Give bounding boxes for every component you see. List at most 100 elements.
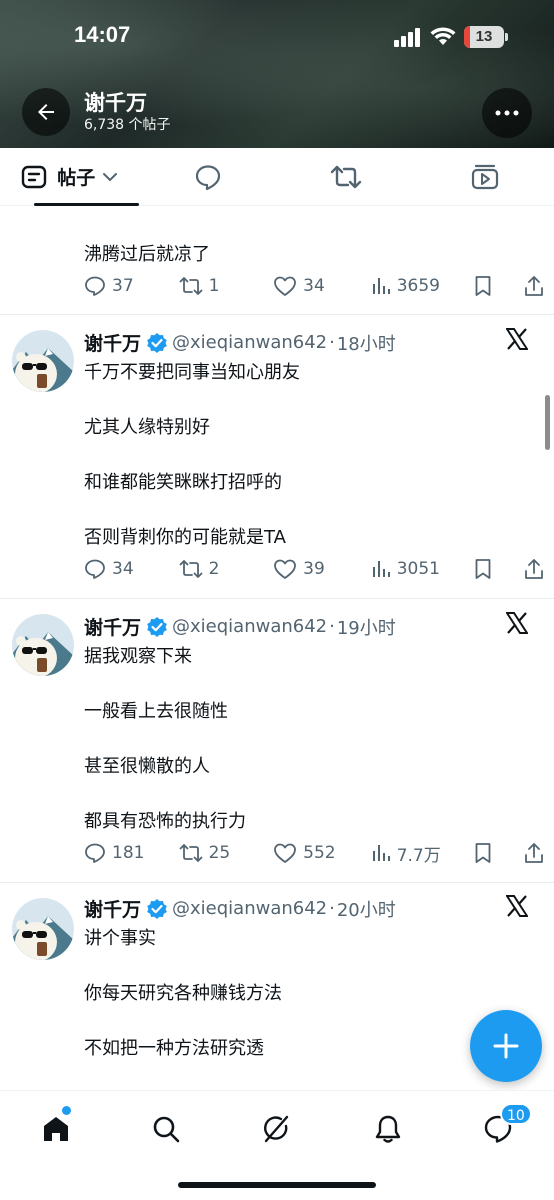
author-name[interactable]: 谢千万 <box>84 329 141 356</box>
status-icons: 13 <box>394 26 508 48</box>
post-card[interactable]: 谢千万 @xieqianwan642 · 19小时 据我观察下来 一般看上去很随… <box>0 599 554 883</box>
verified-badge-icon <box>147 616 167 637</box>
bookmark-button[interactable] <box>474 842 524 864</box>
nav-search[interactable] <box>146 1109 186 1149</box>
bookmark-button[interactable] <box>474 275 524 297</box>
polar-bear-avatar-icon <box>12 330 74 392</box>
reply-count: 181 <box>112 843 145 863</box>
repost-icon <box>179 277 202 295</box>
dot-separator: · <box>329 332 335 353</box>
author-name[interactable]: 谢千万 <box>84 613 141 640</box>
post-time: 18小时 <box>336 333 396 355</box>
post-card[interactable]: 谢千万 @xieqianwan642 · 18小时 千万不要把同事当知心朋友 尤… <box>0 315 554 599</box>
search-icon <box>153 1116 180 1143</box>
tab-replies[interactable] <box>139 148 278 205</box>
like-count: 552 <box>303 843 336 863</box>
reply-icon <box>85 276 105 296</box>
post-time: 19小时 <box>336 617 396 639</box>
views-button[interactable]: 3659 <box>371 276 475 296</box>
view-count: 7.7万 <box>396 845 441 866</box>
post-text-line: 沸腾过后就凉了 <box>84 244 210 265</box>
wifi-icon <box>430 27 456 45</box>
post-text-line: 据我观察下来 <box>84 646 192 667</box>
reply-count: 37 <box>112 276 134 296</box>
post-text-line: 你每天研究各种赚钱方法 <box>84 983 282 1004</box>
profile-title: 谢千万 6,738 个帖子 <box>84 90 171 134</box>
bookmark-icon <box>475 843 491 863</box>
repost-count: 25 <box>208 843 231 863</box>
reply-count: 34 <box>112 559 134 579</box>
view-count: 3051 <box>396 559 440 579</box>
views-bar-chart-icon <box>372 561 390 577</box>
post-text-line: 尤其人缘特别好 <box>84 417 210 438</box>
bell-icon <box>375 1115 401 1143</box>
reply-button[interactable]: 37 <box>84 275 179 297</box>
tab-posts[interactable]: 帖子 <box>0 148 139 206</box>
messages-badge: 10 <box>500 1103 532 1125</box>
tab-reposts[interactable] <box>277 148 416 205</box>
avatar[interactable] <box>12 330 74 392</box>
views-button[interactable]: 7.7万 <box>371 841 475 866</box>
share-button[interactable] <box>524 842 544 864</box>
verified-badge-icon <box>147 898 167 919</box>
compose-post-button[interactable] <box>470 1010 542 1082</box>
more-dots-icon <box>495 110 519 116</box>
nav-grok[interactable] <box>256 1109 296 1149</box>
like-count: 34 <box>303 276 325 296</box>
repost-button[interactable]: 2 <box>179 558 274 580</box>
author-handle: @xieqianwan642 <box>172 898 328 919</box>
views-bar-chart-icon <box>372 845 390 861</box>
repost-button[interactable]: 1 <box>179 275 274 297</box>
repost-icon <box>331 165 362 188</box>
heart-icon <box>274 559 297 579</box>
repost-button[interactable]: 25 <box>179 842 274 864</box>
bookmark-icon <box>475 276 491 296</box>
repost-icon <box>179 844 202 862</box>
author-handle: @xieqianwan642 <box>172 332 328 353</box>
x-logo-icon <box>506 612 528 634</box>
bookmark-button[interactable] <box>474 558 524 580</box>
reply-bubble-icon <box>195 164 220 190</box>
posts-icon <box>22 165 47 188</box>
post-actions: 34 2 39 3051 <box>84 554 544 584</box>
tab-media[interactable] <box>416 148 554 205</box>
polar-bear-avatar-icon <box>12 614 74 676</box>
more-options-button[interactable] <box>482 88 532 138</box>
nav-home[interactable] <box>36 1109 76 1149</box>
reply-button[interactable]: 34 <box>84 558 179 580</box>
share-icon <box>525 559 543 579</box>
repost-icon <box>179 560 202 578</box>
like-button[interactable]: 34 <box>273 275 371 297</box>
avatar[interactable] <box>12 898 74 960</box>
repost-count: 2 <box>208 559 220 579</box>
post-text-line: 甚至很懒散的人 <box>84 756 210 777</box>
views-button[interactable]: 3051 <box>371 559 475 579</box>
share-button[interactable] <box>524 558 544 580</box>
repost-count: 1 <box>208 276 220 296</box>
profile-name: 谢千万 <box>84 91 147 115</box>
profile-tabs: 帖子 <box>0 148 554 206</box>
share-button[interactable] <box>524 275 544 297</box>
reply-button[interactable]: 181 <box>84 842 179 864</box>
x-logo-icon <box>506 895 528 917</box>
scrollbar-thumb[interactable] <box>545 395 550 450</box>
avatar[interactable] <box>12 614 74 676</box>
post-actions: 181 25 552 7.7万 <box>84 838 544 868</box>
nav-notifications[interactable] <box>368 1109 408 1149</box>
share-icon <box>525 276 543 296</box>
like-button[interactable]: 552 <box>273 842 371 864</box>
plus-icon <box>493 1033 519 1059</box>
post-text-line: 都具有恐怖的执行力 <box>84 811 246 832</box>
post-card[interactable]: 谢千万 @xieqianwan642 · 20小时 讲个事实 你每天研究各种赚钱… <box>0 883 554 1090</box>
post-count: 6,738 个帖子 <box>84 117 171 133</box>
arrow-left-icon <box>38 104 54 120</box>
post-card[interactable]: 沸腾过后就凉了 37 1 34 3659 <box>0 206 554 315</box>
author-name[interactable]: 谢千万 <box>84 895 141 922</box>
profile-header-banner: 14:07 13 谢千万 6,738 个帖子 <box>0 0 554 148</box>
views-bar-chart-icon <box>372 278 390 294</box>
like-button[interactable]: 39 <box>273 558 371 580</box>
back-button[interactable] <box>22 88 70 136</box>
tab-posts-label: 帖子 <box>57 167 96 189</box>
status-time: 14:07 <box>74 22 131 47</box>
battery-indicator: 13 <box>464 26 508 48</box>
